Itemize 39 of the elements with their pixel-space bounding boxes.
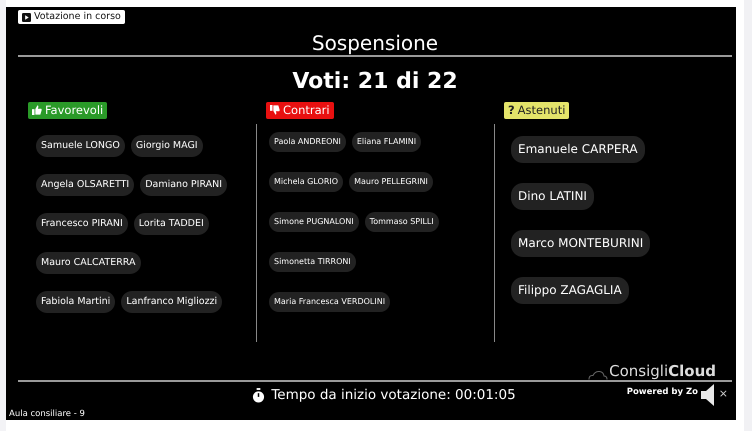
stopwatch-icon [252, 388, 266, 402]
voter-chip: Marco MONTEBURINI [511, 230, 650, 257]
voter-chip: Fabiola Martini [36, 291, 116, 313]
voter-chip: Giorgio MAGI [130, 135, 203, 157]
speaker-icon[interactable] [701, 383, 715, 407]
voter-chip: Lanfranco Migliozzi [121, 291, 222, 313]
voter-chip: Filippo ZAGAGLIA [511, 277, 629, 304]
voter-chip: Mauro CALCATERRA [36, 252, 141, 274]
powered-by-text: Powered by Zo [626, 387, 698, 397]
voter-chip: Mauro PELLEGRINI [349, 172, 433, 192]
voter-chip: Paola ANDREONI [269, 132, 346, 152]
thumbs-down-icon [270, 105, 280, 115]
play-icon [22, 12, 31, 22]
group-label: ? Astenuti [504, 102, 570, 118]
voter-chip: Damiano PIRANI [140, 174, 228, 196]
voter-chip: Michela GLORIO [269, 172, 344, 192]
voter-chip: Lorita TADDEI [134, 213, 209, 235]
vote-count: Voti: 21 di 22 [291, 68, 459, 96]
close-button[interactable]: × [718, 387, 728, 400]
voter-chip: Simone PUGNALONI [269, 212, 359, 232]
voter-chip: Tommaso SPILLI [364, 212, 439, 232]
question-icon: ? [508, 102, 515, 118]
elapsed-time: Tempo da inizio votazione: 00:01:05 [271, 387, 516, 403]
voter-chip: Angela OLSARETTI [36, 174, 134, 196]
voter-chip: Eliana FLAMINI [352, 132, 422, 152]
brand-logo: ConsigliCloud [588, 362, 716, 380]
thumbs-up-icon [32, 105, 42, 115]
voter-chip: Francesco PIRANI [36, 213, 128, 235]
voter-chip: Samuele LONGO [36, 135, 125, 157]
voter-chip: Dino LATINI [511, 183, 594, 210]
voter-chip: Maria Francesca VERDOLINI [269, 292, 390, 312]
cloud-icon [588, 370, 608, 380]
voter-chip: Simonetta TIRRONI [269, 252, 356, 272]
vote-title: Sospensione [310, 31, 440, 55]
group-label: Contrari [266, 102, 334, 118]
room-label: Aula consiliare - 9 [9, 408, 86, 420]
voter-chip: Emanuele CARPERA [511, 136, 645, 163]
status-badge: Votazione in corso [18, 10, 125, 24]
group-label: Favorevoli [28, 102, 108, 118]
